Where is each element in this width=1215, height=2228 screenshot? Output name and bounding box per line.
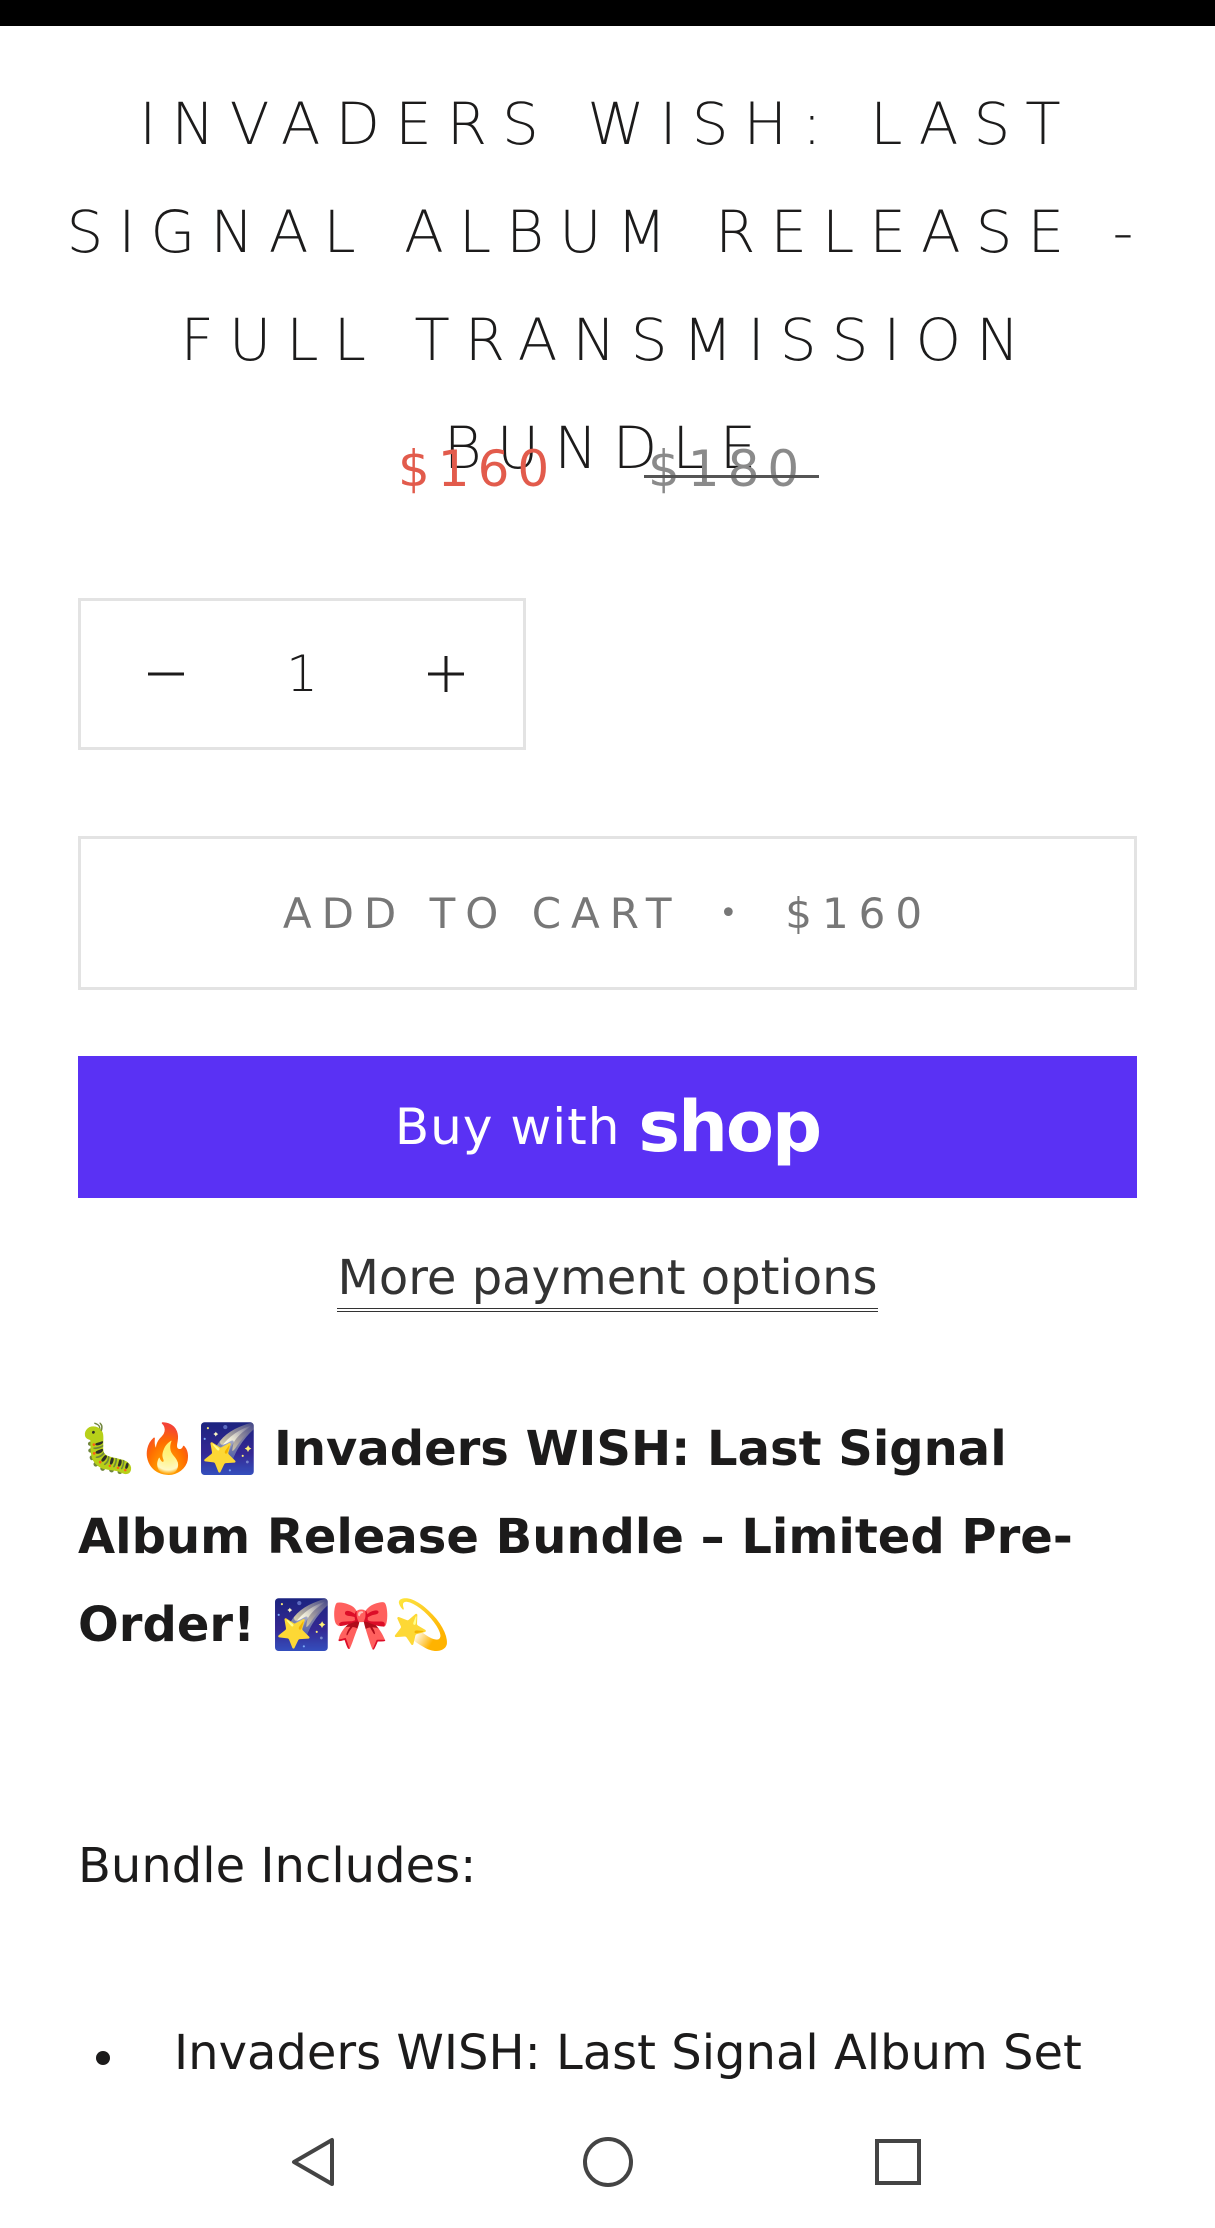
shop-logo: shop — [638, 1086, 822, 1168]
list-item: Invaders WISH: Last Signal Album Set — [96, 2025, 1082, 2081]
quantity-decrease-button[interactable] — [91, 601, 241, 747]
buy-with-label: Buy with — [394, 1098, 621, 1156]
back-button[interactable] — [284, 2132, 344, 2192]
buy-with-shop-button[interactable]: Buy with shop — [78, 1056, 1137, 1198]
quantity-increase-button[interactable] — [371, 601, 521, 747]
home-circle-icon — [583, 2137, 633, 2187]
quantity-stepper: 1 — [78, 598, 526, 750]
plus-icon — [428, 656, 464, 692]
add-to-cart-label: ADD TO CART — [282, 888, 682, 938]
home-button[interactable] — [578, 2132, 638, 2192]
bullet-icon — [96, 2051, 110, 2065]
strikethrough-line — [644, 475, 820, 478]
recents-button[interactable] — [868, 2132, 928, 2192]
sale-price: $160 — [398, 440, 558, 498]
more-payment-options-label: More payment options — [337, 1250, 878, 1312]
quantity-input[interactable]: 1 — [231, 601, 373, 747]
list-item-text: Invaders WISH: Last Signal Album Set — [174, 2025, 1082, 2081]
add-to-cart-button[interactable]: ADD TO CART • $160 — [78, 836, 1137, 990]
add-to-cart-separator: • — [719, 895, 748, 931]
more-payment-options-link[interactable]: More payment options — [0, 1250, 1215, 1312]
bundle-items-list: Invaders WISH: Last Signal Album Set — [96, 2025, 1082, 2081]
minus-icon — [148, 672, 184, 676]
add-to-cart-price: $160 — [785, 888, 933, 938]
bundle-includes-heading: Bundle Includes: — [78, 1838, 477, 1894]
system-navigation-bar — [0, 2108, 1215, 2228]
status-bar — [0, 0, 1215, 26]
price-row: $160 $180 — [0, 440, 1215, 510]
recents-square-icon — [875, 2139, 921, 2185]
compare-price: $180 — [644, 440, 820, 498]
back-triangle-icon — [292, 2138, 334, 2186]
product-title: INVADERS WISH: LAST SIGNAL ALBUM RELEASE… — [66, 90, 1149, 482]
description-headline: 🐛🔥🌠 Invaders WISH: Last Signal Album Rel… — [78, 1421, 1073, 1653]
product-description: 🐛🔥🌠 Invaders WISH: Last Signal Album Rel… — [78, 1405, 1148, 1669]
compare-price-text: $180 — [648, 440, 808, 498]
